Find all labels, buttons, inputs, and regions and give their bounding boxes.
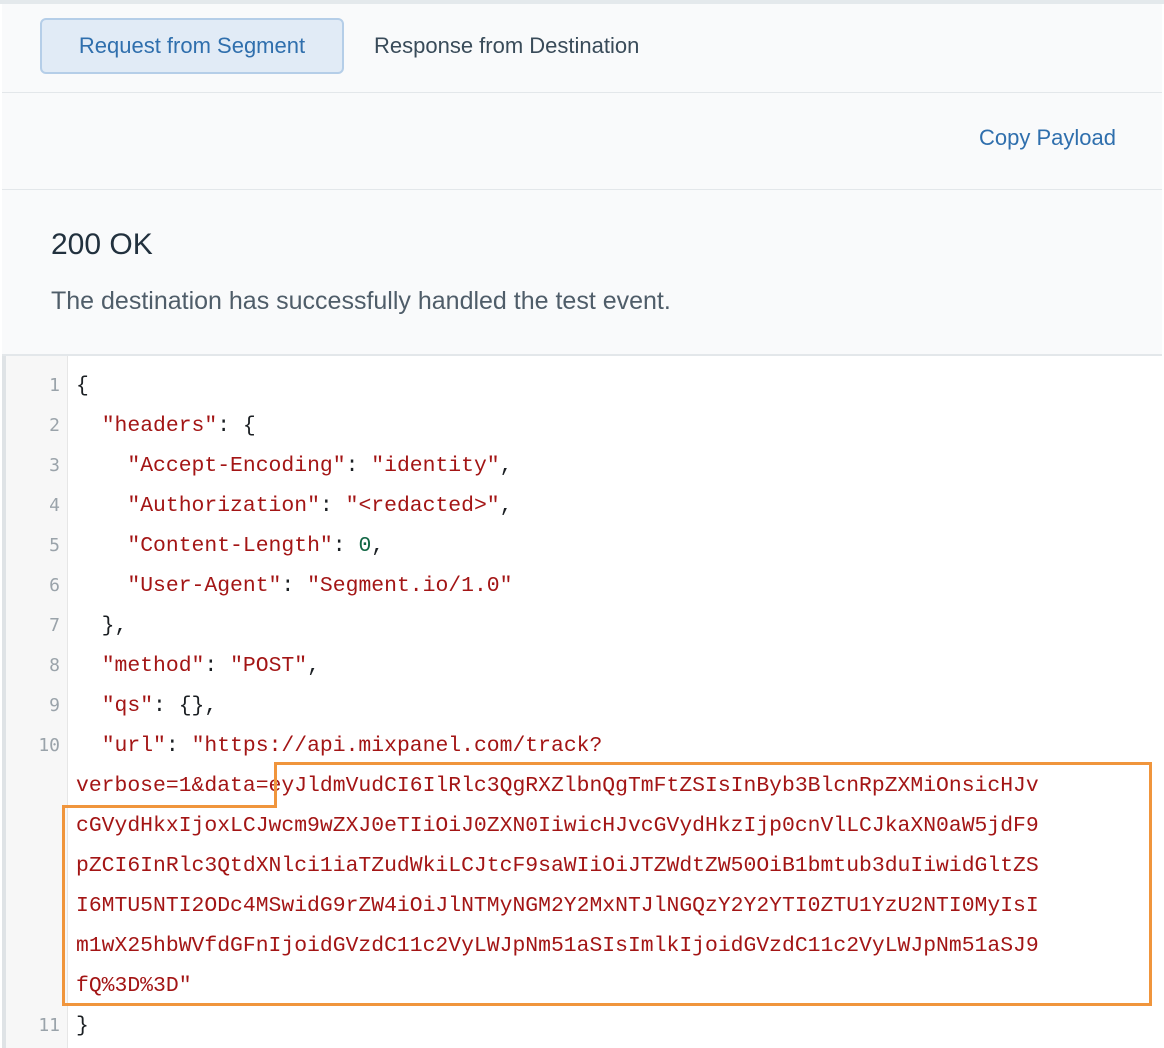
line-number: 5 <box>49 535 60 556</box>
json-key: "qs" <box>101 694 154 718</box>
json-punctuation: , <box>499 454 513 478</box>
code-line: "User-Agent": "Segment.io/1.0" <box>76 566 512 606</box>
json-punctuation: : <box>281 574 308 598</box>
copy-payload-link[interactable]: Copy Payload <box>979 125 1116 151</box>
code-line: "method": "POST", <box>76 646 320 686</box>
json-punctuation: : <box>332 534 359 558</box>
json-string: cGVydHkxIjoxLCJwcm9wZXJ0eTIiOiJ0ZXN0Iiwi… <box>76 814 1039 838</box>
json-string: "Segment.io/1.0" <box>307 574 513 598</box>
json-punctuation: : <box>345 454 372 478</box>
json-string: "<redacted>" <box>345 494 500 518</box>
json-string: fQ%3D%3D" <box>76 974 192 998</box>
code-viewer[interactable]: 1 2 3 4 5 6 7 8 9 10 11 { "headers": { "Accept-Enc… <box>2 356 1162 1048</box>
json-key: "url" <box>101 734 166 758</box>
line-number-gutter: 1 2 3 4 5 6 7 8 9 10 11 <box>6 356 68 1048</box>
line-number: 10 <box>38 735 60 756</box>
json-punctuation: : {}, <box>153 694 218 718</box>
json-key: "method" <box>101 654 205 678</box>
json-string: "identity" <box>371 454 500 478</box>
json-string: "POST" <box>230 654 308 678</box>
status-message: The destination has successfully handled… <box>51 287 671 315</box>
json-number: 0 <box>358 534 372 558</box>
code-line: "Content-Length": 0, <box>76 526 384 566</box>
json-string: pZCI6InRlc3QtdXNlci1iaTZudWkiLCJtcF9saWI… <box>76 854 1039 878</box>
json-punctuation: { <box>76 374 89 398</box>
code-line: "Authorization": "<redacted>", <box>76 486 513 526</box>
json-punctuation <box>76 654 102 678</box>
tab-response-from-destination[interactable]: Response from Destination <box>354 18 659 74</box>
code-line: "url": "https://api.mixpanel.com/track? <box>76 726 603 766</box>
json-string: I6MTU5NTI2ODc4MSwidG9rZW4iOiJlNTMyNGM2Y2… <box>76 894 1039 918</box>
code-line: m1wX25hbWVfdGFnIjoidGVzdC11c2VyLWJpNm51a… <box>76 926 1039 966</box>
code-line: "qs": {}, <box>76 686 218 726</box>
json-punctuation: , <box>499 494 513 518</box>
json-key: "Accept-Encoding" <box>127 454 346 478</box>
line-number: 2 <box>49 415 60 436</box>
json-punctuation <box>76 734 102 758</box>
code-line: }, <box>76 606 128 646</box>
status-panel: 200 OK The destination has successfully … <box>2 190 1162 356</box>
line-number: 11 <box>38 1015 60 1036</box>
json-punctuation: : { <box>217 414 256 438</box>
code-line: { <box>76 366 89 406</box>
json-string: "https://api.mixpanel.com/track? <box>191 734 603 758</box>
code-line: } <box>76 1006 89 1046</box>
payload-toolbar: Copy Payload <box>2 93 1162 190</box>
code-line: I6MTU5NTI2ODc4MSwidG9rZW4iOiJlNTMyNGM2Y2… <box>76 886 1039 926</box>
json-punctuation <box>76 414 102 438</box>
json-punctuation: }, <box>76 614 128 638</box>
json-punctuation: : <box>319 494 346 518</box>
json-key: "Content-Length" <box>127 534 333 558</box>
json-punctuation: : <box>165 734 192 758</box>
json-punctuation <box>76 494 127 518</box>
tab-bar: Request from Segment Response from Desti… <box>2 4 1162 93</box>
json-punctuation: : <box>204 654 231 678</box>
json-key: "User-Agent" <box>127 574 282 598</box>
code-line: fQ%3D%3D" <box>76 966 192 1006</box>
code-line: "headers": { <box>76 406 256 446</box>
json-punctuation <box>76 534 127 558</box>
line-number: 3 <box>49 455 60 476</box>
json-punctuation: , <box>307 654 320 678</box>
line-number: 1 <box>49 375 60 396</box>
json-string: verbose=1&data=eyJldmVudCI6IlRlc3QgRXZlb… <box>76 774 1039 798</box>
line-number: 7 <box>49 615 60 636</box>
code-line: verbose=1&data=eyJldmVudCI6IlRlc3QgRXZlb… <box>76 766 1039 806</box>
json-punctuation: , <box>371 534 385 558</box>
line-number: 8 <box>49 655 60 676</box>
line-number: 6 <box>49 575 60 596</box>
json-key: "headers" <box>101 414 218 438</box>
code-line: "Accept-Encoding": "identity", <box>76 446 513 486</box>
status-code: 200 OK <box>51 228 153 261</box>
line-number: 9 <box>49 695 60 716</box>
json-punctuation <box>76 454 127 478</box>
json-punctuation <box>76 574 127 598</box>
code-line: cGVydHkxIjoxLCJwcm9wZXJ0eTIiOiJ0ZXN0Iiwi… <box>76 806 1039 846</box>
line-number: 4 <box>49 495 60 516</box>
tab-request-from-segment[interactable]: Request from Segment <box>40 18 344 74</box>
json-string: m1wX25hbWVfdGFnIjoidGVzdC11c2VyLWJpNm51a… <box>76 934 1039 958</box>
json-punctuation <box>76 694 102 718</box>
json-punctuation: } <box>76 1014 89 1038</box>
code-line: pZCI6InRlc3QtdXNlci1iaTZudWkiLCJtcF9saWI… <box>76 846 1039 886</box>
json-key: "Authorization" <box>127 494 320 518</box>
